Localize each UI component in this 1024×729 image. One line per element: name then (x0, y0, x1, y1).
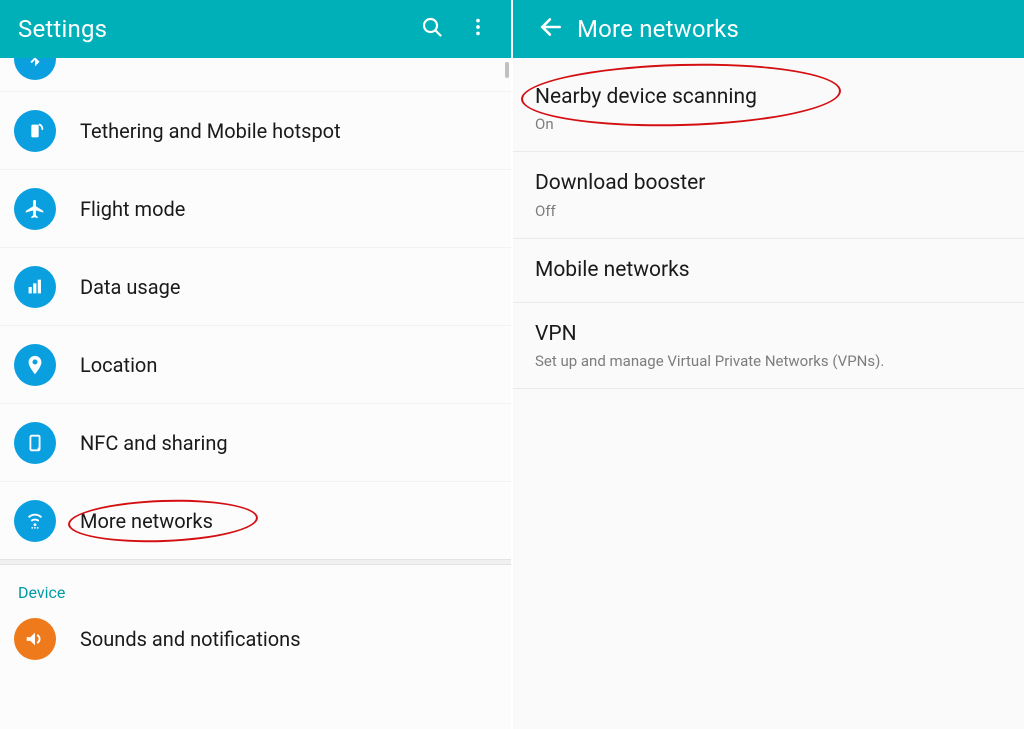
overflow-menu-button[interactable] (455, 6, 501, 52)
list-item-label: More networks (80, 503, 213, 539)
airplane-icon (14, 188, 56, 230)
item-subtitle: On (535, 115, 1002, 133)
list-item-label: NFC and sharing (80, 425, 228, 461)
hotspot-icon (14, 110, 56, 152)
settings-title: Settings (18, 15, 409, 43)
item-download-booster[interactable]: Download booster Off (513, 152, 1024, 238)
list-item-more-networks[interactable]: More networks (0, 482, 511, 560)
list-item-label: Tethering and Mobile hotspot (80, 113, 341, 149)
sound-icon (14, 618, 56, 660)
item-subtitle: Off (535, 202, 1002, 220)
list-item-label: Location (80, 347, 157, 383)
more-vert-icon (467, 16, 489, 42)
list-item-bluetooth[interactable]: Bluetooth (0, 58, 511, 92)
list-item-tethering[interactable]: Tethering and Mobile hotspot (0, 92, 511, 170)
more-networks-title: More networks (577, 15, 1014, 43)
item-nearby-device-scanning[interactable]: Nearby device scanning On (513, 58, 1024, 152)
settings-panel: Settings Bluetooth Tethering and Mobile … (0, 0, 513, 729)
list-item-data-usage[interactable]: Data usage (0, 248, 511, 326)
list-item-sounds[interactable]: Sounds and notifications (0, 610, 511, 668)
data-icon (14, 266, 56, 308)
back-arrow-icon (538, 14, 564, 44)
back-button[interactable] (531, 9, 571, 49)
location-icon (14, 344, 56, 386)
item-subtitle: Set up and manage Virtual Private Networ… (535, 352, 1002, 370)
more-networks-panel: More networks Nearby device scanning On … (513, 0, 1024, 729)
settings-list[interactable]: Bluetooth Tethering and Mobile hotspot F… (0, 58, 511, 729)
more-networks-list[interactable]: Nearby device scanning On Download boost… (513, 58, 1024, 729)
item-title: Download booster (535, 170, 1002, 197)
list-item-nfc[interactable]: NFC and sharing (0, 404, 511, 482)
list-item-label: Flight mode (80, 191, 185, 227)
list-item-flight-mode[interactable]: Flight mode (0, 170, 511, 248)
more-net-icon (14, 500, 56, 542)
nfc-icon (14, 422, 56, 464)
item-vpn[interactable]: VPN Set up and manage Virtual Private Ne… (513, 303, 1024, 389)
item-mobile-networks[interactable]: Mobile networks (513, 239, 1024, 303)
item-title: VPN (535, 321, 1002, 348)
list-item-label: Data usage (80, 269, 180, 305)
settings-appbar: Settings (0, 0, 511, 58)
bluetooth-icon (14, 58, 56, 80)
item-title: Mobile networks (535, 257, 1002, 284)
search-button[interactable] (409, 6, 455, 52)
section-header-device: Device (0, 565, 511, 610)
list-item-label: Sounds and notifications (80, 621, 301, 657)
search-icon (420, 15, 444, 43)
more-networks-appbar: More networks (513, 0, 1024, 58)
item-title: Nearby device scanning (535, 84, 1002, 111)
list-item-location[interactable]: Location (0, 326, 511, 404)
